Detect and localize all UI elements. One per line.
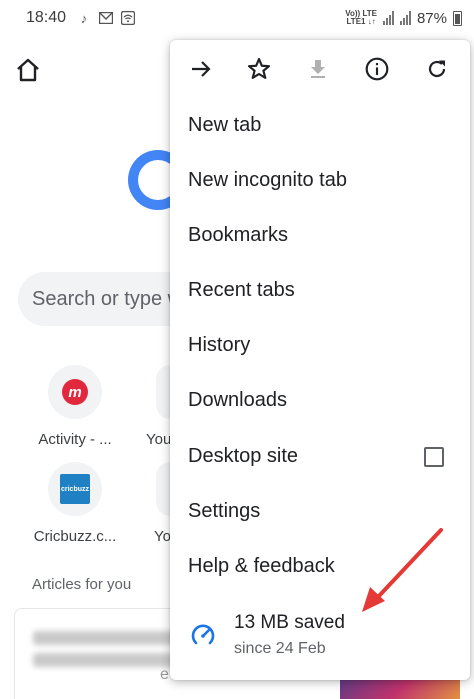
gmail-icon (98, 10, 114, 26)
forward-icon (192, 61, 211, 77)
cricbuzz-icon: cricbuzz (60, 474, 90, 504)
shortcut-tile[interactable]: You (140, 365, 170, 448)
bookmark-button[interactable] (244, 54, 274, 84)
status-right: Vo)) LTE LTE1 ↓↑ 87% (345, 0, 462, 36)
info-icon (365, 57, 389, 81)
home-button[interactable] (14, 56, 42, 84)
shortcut-tile[interactable]: cricbuzz Cricbuzz.c... (20, 462, 130, 545)
menu-item-settings[interactable]: Settings (170, 484, 470, 539)
youtube-icon (156, 365, 170, 419)
shortcut-label: Yo (154, 528, 170, 545)
youtube-icon (156, 462, 170, 516)
info-button[interactable] (362, 54, 392, 84)
network-line-2: LTE1 ↓↑ (346, 17, 376, 26)
menu-item-new-incognito-tab[interactable]: New incognito tab (170, 153, 470, 208)
menu-item-bookmarks[interactable]: Bookmarks (170, 208, 470, 263)
desktop-site-checkbox[interactable] (424, 446, 444, 467)
menu-item-help-feedback[interactable]: Help & feedback (170, 539, 470, 594)
menu-item-recent-tabs[interactable]: Recent tabs (170, 263, 470, 318)
overflow-menu: New tab New incognito tab Bookmarks Rece… (170, 40, 470, 680)
cricbuzz-logo-text: cricbuzz (60, 485, 89, 493)
menu-item-new-tab[interactable]: New tab (170, 98, 470, 153)
menu-item-label: Downloads (188, 389, 287, 411)
status-time: 18:40 (26, 9, 67, 26)
shortcut-tile[interactable]: m Activity - ... (20, 365, 130, 448)
menu-item-label: New incognito tab (188, 169, 347, 191)
menu-item-label: New tab (188, 114, 262, 136)
music-note-icon: ♪ (80, 10, 88, 26)
blurred-text (33, 631, 183, 645)
data-saved-amount: 13 MB saved (234, 612, 345, 633)
meetup-logo-text: m (68, 383, 82, 401)
signal-icon (382, 11, 394, 25)
battery-percent: 87% (416, 9, 447, 27)
shortcut-label: Activity - ... (38, 431, 112, 448)
refresh-button[interactable] (422, 54, 452, 84)
blurred-text (33, 653, 173, 667)
shortcut-tile[interactable]: Yo (140, 462, 170, 545)
refresh-icon (428, 60, 446, 78)
download-icon (311, 60, 325, 78)
signal-icon-2 (399, 11, 411, 25)
menu-item-label: History (188, 334, 251, 356)
meetup-icon: m (62, 379, 88, 405)
shortcut-icon-bg: cricbuzz (48, 462, 102, 516)
shortcut-label: You (146, 431, 170, 448)
menu-item-label: Help & feedback (188, 555, 335, 577)
data-saved-since: since 24 Feb (234, 640, 326, 657)
menu-item-label: Settings (188, 500, 261, 522)
search-placeholder: Search or type w (32, 287, 183, 310)
shortcut-label: Cricbuzz.c... (33, 528, 117, 545)
home-icon (17, 58, 39, 82)
menu-item-desktop-site[interactable]: Desktop site (170, 429, 470, 484)
status-bar: 18:40 ♪ Vo)) LTE LTE1 ↓↑ 87% (0, 0, 474, 36)
menu-item-history[interactable]: History (170, 318, 470, 373)
download-button[interactable] (303, 54, 333, 84)
battery-icon (453, 10, 462, 26)
articles-heading: Articles for you (32, 576, 132, 593)
bookmark-star-icon (247, 57, 271, 79)
wifi-icon (120, 10, 136, 26)
shortcut-icon-bg: m (48, 365, 102, 419)
menu-item-label: Desktop site (188, 445, 299, 467)
forward-button[interactable] (186, 54, 216, 84)
menu-item-label: Bookmarks (188, 224, 289, 246)
network-type: Vo)) LTE LTE1 ↓↑ (345, 10, 377, 26)
data-saver-summary[interactable]: 13 MB saved since 24 Feb (170, 600, 470, 670)
menu-item-label: Recent tabs (188, 279, 295, 301)
menu-toolbar (170, 40, 470, 98)
data-saver-gauge-icon (191, 624, 215, 645)
menu-item-downloads[interactable]: Downloads (170, 373, 470, 428)
